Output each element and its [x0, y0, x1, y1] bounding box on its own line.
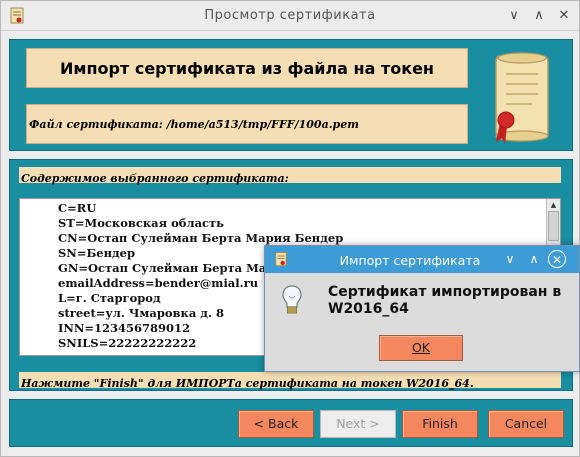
dialog-maximize-button[interactable]: ∧: [525, 250, 543, 268]
dialog-close-button[interactable]: ✕: [548, 250, 566, 268]
file-path-label: Файл сертификата: /home/a513/tmp/FFF/100…: [29, 118, 359, 131]
dialog-message: Сертификат импортирован в W2016_64: [328, 284, 562, 317]
cert-line: SNILS=22222222222: [58, 336, 197, 350]
lightbulb-icon: [282, 285, 302, 314]
cert-line: ST=Московская область: [58, 216, 224, 230]
back-button[interactable]: < Back: [238, 410, 314, 438]
dialog-minimize-button[interactable]: ∨: [501, 250, 519, 268]
cert-line: emailAddress=bender@mial.ru: [58, 276, 259, 290]
maximize-button[interactable]: ∧: [529, 6, 549, 26]
finish-button[interactable]: Finish: [402, 410, 478, 438]
cert-line: CN=Остап Сулейман Берта Мария Бендер: [58, 231, 344, 245]
cert-line: INN=123456789012: [58, 321, 191, 335]
minimize-button[interactable]: ∨: [504, 6, 524, 26]
dialog-title-bar[interactable]: Импорт сертификата ∨ ∧ ✕: [265, 246, 579, 273]
cert-line: L=г. Старгород: [58, 291, 161, 305]
cert-line: C=RU: [58, 201, 97, 215]
file-path-box: Файл сертификата: /home/a513/tmp/FFF/100…: [26, 104, 468, 144]
hint-box: Нажмите "Finish" для ИМПОРТа сертификата…: [19, 372, 561, 390]
cancel-button[interactable]: Cancel: [488, 410, 564, 438]
certificate-viewer-window: Просмотр сертификата ∨ ∧ ✕ Импорт сертиф…: [0, 0, 580, 457]
title-bar[interactable]: Просмотр сертификата ∨ ∧ ✕: [1, 1, 579, 31]
contents-label-box: Содержимое выбранного сертификата:: [19, 167, 561, 185]
next-button[interactable]: Next >: [320, 410, 396, 438]
cert-line: SN=Бендер: [58, 246, 136, 260]
certificate-scroll-icon: [495, 52, 549, 144]
button-panel: < Back Next > Finish Cancel: [9, 399, 573, 447]
contents-label: Содержимое выбранного сертификата:: [21, 172, 289, 185]
window-title: Просмотр сертификата: [204, 8, 376, 23]
cert-line: GN=Остап Сулейман Берта Мария: [58, 261, 292, 275]
import-heading-box: Импорт сертификата из файла на токен: [26, 48, 468, 88]
scrollbar-thumb[interactable]: [548, 211, 559, 241]
scroll-up-icon[interactable]: ▲: [547, 199, 560, 211]
cert-line: street=ул. Чмаровка д. 8: [58, 306, 224, 320]
ok-button[interactable]: OK: [379, 335, 463, 361]
finish-hint: Нажмите "Finish" для ИМПОРТа сертификата…: [21, 377, 474, 390]
ok-button-label: OK: [411, 340, 431, 355]
import-heading: Импорт сертификата из файла на токен: [60, 59, 434, 78]
close-button[interactable]: ✕: [554, 6, 574, 26]
import-success-dialog: Импорт сертификата ∨ ∧ ✕ Сертификат импо…: [264, 245, 580, 372]
header-panel: Импорт сертификата из файла на токен Фай…: [9, 39, 573, 151]
